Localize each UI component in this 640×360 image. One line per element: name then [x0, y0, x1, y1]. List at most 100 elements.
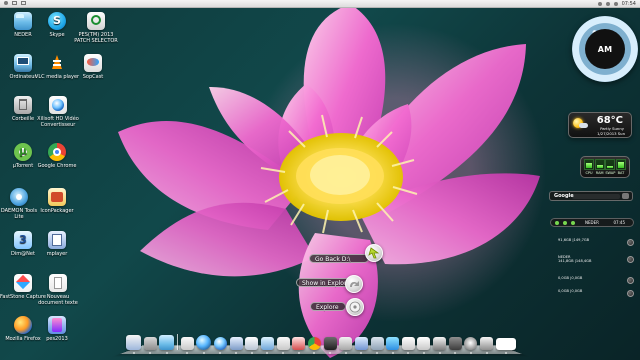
menu-item-label: Explore [316, 304, 339, 311]
menu-icon[interactable] [4, 1, 8, 5]
firefox-icon [14, 316, 32, 334]
window-icon[interactable] [12, 1, 17, 5]
drive-icon[interactable] [627, 277, 634, 284]
status-icon[interactable] [597, 2, 602, 6]
status-bar: NEDER 07:45 [550, 218, 634, 227]
sopcast-icon [84, 54, 102, 72]
safari-icon[interactable] [213, 337, 227, 354]
desktop-icon-daemon-tools[interactable]: DAEMON Tools Lite [0, 188, 38, 226]
cpu-label: CPU [585, 171, 593, 175]
finder-icon[interactable] [126, 335, 141, 354]
ram-meter: RAM [594, 159, 605, 175]
weather-date: 1/27/2013 Sun [597, 131, 625, 136]
search-icon[interactable] [622, 193, 629, 199]
desktop-icon-iconpackager[interactable]: IconPackager [34, 188, 80, 226]
google-search-input[interactable] [572, 194, 620, 199]
drive-icon[interactable] [627, 239, 634, 246]
app-store-icon[interactable] [386, 337, 400, 354]
drive-icon[interactable] [627, 290, 634, 297]
menu-item-go-back[interactable]: Go Back D:\ [309, 254, 369, 263]
cpu-meter: CPU [584, 159, 594, 175]
desktop-icon-pes2013[interactable]: pes2013 [34, 316, 80, 354]
iconpackager-icon [48, 188, 66, 206]
folder-icon [14, 12, 32, 30]
drive-line-1: 91,6GB |149,7GB [558, 238, 590, 242]
desktop-icon-label: Xilisoft HD Vidéo Convertisseur [37, 116, 79, 128]
trash-icon[interactable] [339, 337, 353, 354]
faststone-icon [14, 274, 32, 292]
drive-line-1: 0,0GB |0,0GB [558, 289, 583, 293]
dock-items [126, 332, 516, 354]
desktop-icon-google-chrome[interactable]: Google Chrome [34, 143, 80, 181]
status-icon[interactable] [605, 2, 610, 6]
battery-fill [617, 162, 624, 168]
google-label: Google [554, 193, 574, 199]
desktop-icon-nouveau-document-texte[interactable]: Nouveau document texte [34, 274, 82, 312]
weather-widget: 68°C Partly Sunny 1/27/2013 Sun [568, 112, 632, 138]
finder-icon[interactable] [260, 337, 274, 354]
player-icon[interactable] [323, 337, 337, 354]
clock-label: AM [597, 44, 613, 54]
cursor-bubble-icon[interactable] [365, 244, 383, 262]
desktop-icon-label: IconPackager [40, 208, 74, 214]
desktop-icon-pes-patch-selector[interactable]: PES(TM) 2013 PATCH SELECTOR [70, 12, 122, 50]
desktop-icon-label: Nouveau document texte [38, 294, 78, 306]
folder-bubble-icon[interactable] [345, 275, 363, 293]
battery-label: BAT [617, 171, 625, 175]
drive-row: 0,0GB |0,0GB [558, 289, 634, 299]
calendar-icon[interactable] [276, 337, 290, 354]
chrome-icon [48, 143, 66, 161]
disk-icon[interactable] [370, 337, 384, 354]
window-icon[interactable] [21, 1, 26, 5]
drive-stats-panel: NEDER 07:45 91,6GB |149,7GB NEDER 141,8G… [550, 218, 634, 299]
folder-icon[interactable] [159, 335, 175, 354]
cloud-icon [579, 123, 588, 128]
file-icon[interactable] [180, 337, 194, 354]
refresh-icon[interactable] [563, 221, 567, 225]
tools-icon[interactable] [448, 337, 462, 354]
desktop-icon-label: Google Chrome [37, 163, 77, 169]
mail-icon[interactable] [354, 337, 368, 354]
system-meter-widget: CPU RAM SWAP BAT [580, 156, 630, 178]
arrow-icon [368, 247, 380, 259]
disk-bubble-icon[interactable] [346, 298, 364, 316]
google-search-widget[interactable]: Google [549, 191, 633, 201]
desktop-icon-mplayer[interactable]: mplayer [34, 231, 80, 269]
pes2013-icon [48, 316, 66, 334]
status-icon[interactable] [613, 2, 618, 6]
swap-label: SWAP [605, 171, 616, 175]
vlc-icon [48, 54, 66, 72]
menu-item-label: Go Back D:\ [315, 256, 351, 263]
menu-item-explore[interactable]: Explore [310, 302, 346, 311]
pdf-icon[interactable] [292, 337, 306, 354]
trash-icon[interactable] [480, 337, 494, 354]
desktop-icon-sopcast[interactable]: SopCast [70, 54, 116, 92]
music-icon[interactable] [417, 337, 431, 354]
desktop-icon-label: SopCast [82, 74, 104, 80]
desktop-icon-xilisoft[interactable]: Xilisoft HD Vidéo Convertisseur [34, 96, 82, 134]
desktop-icon-label: pes2013 [46, 336, 68, 342]
drive-text: 0,0GB |0,0GB [558, 276, 622, 280]
drive-text: 91,6GB |149,7GB [558, 238, 622, 242]
blank-icon[interactable] [495, 338, 516, 354]
swap-fill [607, 166, 614, 168]
skype-icon [48, 12, 66, 30]
power-icon[interactable] [464, 337, 478, 354]
drive-text: NEDER 141,8GB |148,4GB [558, 255, 622, 263]
ram-label: RAM [595, 171, 604, 175]
utorrent-icon [14, 143, 32, 161]
chrome-icon[interactable] [307, 337, 321, 354]
dock-separator [176, 334, 178, 350]
music-icon[interactable] [401, 337, 415, 354]
drive-text: 0,0GB |0,0GB [558, 289, 622, 293]
status-time: 07:45 [613, 220, 625, 225]
video-icon[interactable] [433, 337, 447, 354]
settings-icon[interactable] [143, 337, 157, 354]
xilisoft-icon [49, 96, 67, 114]
mail-icon[interactable] [245, 337, 259, 354]
power-icon[interactable] [555, 221, 559, 225]
settings-icon[interactable] [571, 221, 575, 225]
drive-icon[interactable] [627, 256, 634, 263]
mail-icon[interactable] [229, 337, 243, 354]
globe-icon[interactable] [196, 335, 212, 354]
